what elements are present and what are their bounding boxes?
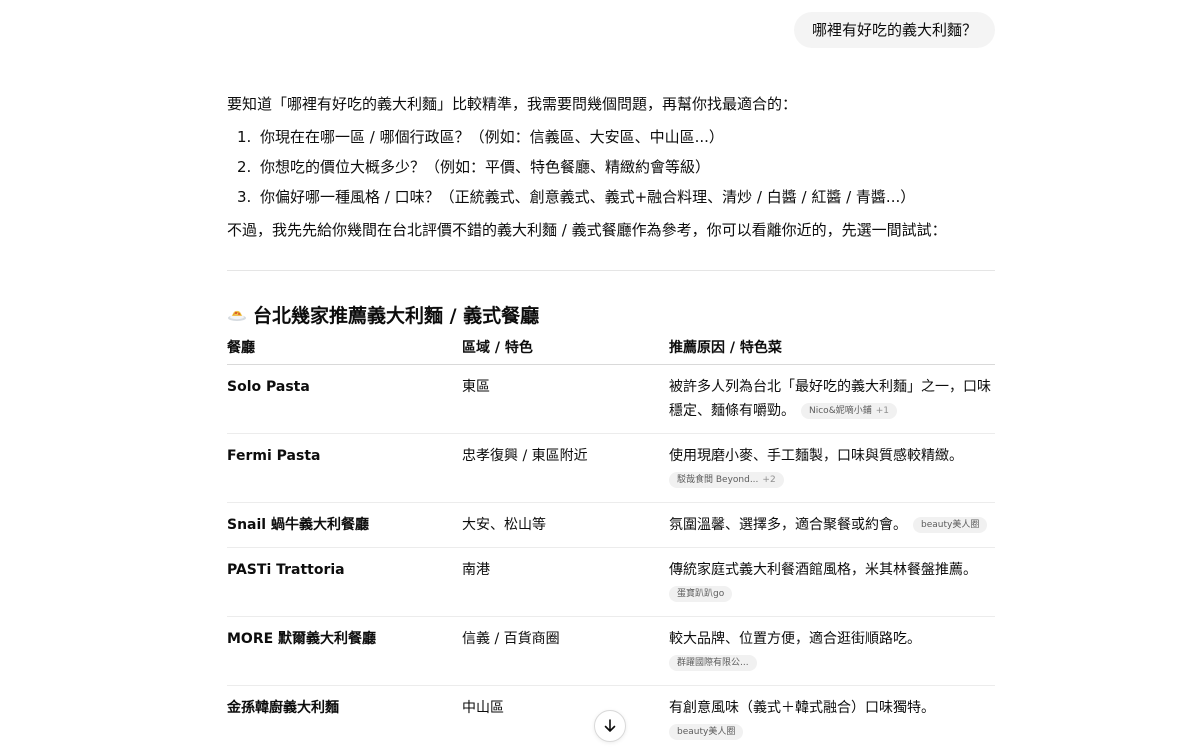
restaurant-reason: 有創意風味（義式＋韓式融合）口味獨特。 (669, 700, 935, 716)
citation-more: +1 (875, 406, 889, 416)
restaurant-area: 忠孝復興 / 東區附近 (462, 448, 588, 464)
header-reason: 推薦原因 / 特色菜 (669, 340, 782, 356)
restaurant-area: 中山區 (462, 700, 504, 716)
pasta-dish-icon (227, 304, 247, 324)
citation-source: 蛋寶趴趴go (677, 589, 725, 599)
restaurant-reason-cell: 被許多人列為台北「最好吃的義大利麵」之一，口味穩定、麵條有嚼勁。 Nico&妮嘀小… (669, 365, 995, 433)
restaurant-reason: 傳統家庭式義大利餐酒館風格，米其林餐盤推薦。 (669, 562, 977, 578)
citation-source: beauty美人圈 (921, 520, 980, 530)
header-restaurant: 餐廳 (227, 340, 255, 356)
scroll-to-bottom-button[interactable] (594, 710, 626, 742)
answer-intro: 要知道「哪裡有好吃的義大利麵」比較精準，我需要問幾個問題，再幫你找最適合的： (227, 95, 798, 113)
question-list: 1. 你現在在哪一區 / 哪個行政區？（例如：信義區、大安區、中山區...） 2… (227, 122, 995, 212)
restaurant-reason-cell: 使用現磨小麥、手工麵製，口味與質感較精緻。 駁哉食間 Beyond... +2 (669, 434, 995, 502)
restaurant-name: MORE 默爾義大利餐廳 (227, 631, 377, 647)
section-title: 台北幾家推薦義大利麵 / 義式餐廳 (253, 304, 540, 327)
citation-more: +2 (762, 475, 776, 485)
question-text: 你想吃的價位大概多少？（例如：平價、特色餐廳、精緻約會等級） (260, 158, 711, 176)
restaurant-reason-cell: 傳統家庭式義大利餐酒館風格，米其林餐盤推薦。 蛋寶趴趴go (669, 548, 995, 616)
citation-chip[interactable]: beauty美人圈 (669, 724, 744, 740)
answer-outro: 不過，我先先給你幾間在台北評價不錯的義大利麵 / 義式餐廳作為參考，你可以看離你… (227, 221, 947, 239)
table-row: Solo Pasta 東區 被許多人列為台北「最好吃的義大利麵」之一，口味穩定、… (227, 365, 995, 434)
restaurant-name: Fermi Pasta (227, 448, 321, 464)
citation-source: 駁哉食間 Beyond... (677, 475, 759, 485)
user-message-row: 哪裡有好吃的義大利麵？ (0, 12, 995, 48)
restaurant-reason-cell: 有創意風味（義式＋韓式融合）口味獨特。 beauty美人圈 (669, 686, 995, 749)
restaurant-area: 南港 (462, 562, 490, 578)
question-number: 1. (237, 128, 252, 146)
header-area: 區域 / 特色 (462, 340, 533, 356)
citation-chip[interactable]: 駁哉食間 Beyond... +2 (669, 472, 784, 488)
section-heading: 台北幾家推薦義大利麵 / 義式餐廳 (227, 300, 539, 328)
restaurant-name: Snail 蝸牛義大利餐廳 (227, 517, 369, 533)
table-header: 餐廳 區域 / 特色 推薦原因 / 特色菜 (227, 334, 995, 365)
restaurant-name: PASTi Trattoria (227, 562, 345, 578)
restaurant-reason: 較大品牌、位置方便，適合逛街順路吃。 (669, 631, 921, 647)
question-text: 你偏好哪一種風格 / 口味？（正統義式、創意義式、義式+融合料理、清炒 / 白醬… (260, 188, 916, 206)
restaurant-name: 金孫韓廚義大利麵 (227, 700, 339, 716)
section-divider (227, 270, 995, 271)
assistant-answer: 要知道「哪裡有好吃的義大利麵」比較精準，我需要問幾個問題，再幫你找最適合的： 1… (227, 92, 995, 242)
citation-source: Nico&妮嘀小鋪 (809, 406, 872, 416)
citation-chip[interactable]: beauty美人圈 (913, 517, 988, 533)
citation-source: 群躍國際有限公... (677, 658, 749, 668)
restaurant-area: 大安、松山等 (462, 517, 546, 533)
question-item: 1. 你現在在哪一區 / 哪個行政區？（例如：信義區、大安區、中山區...） (227, 122, 995, 152)
chat-page: 哪裡有好吃的義大利麵？ 要知道「哪裡有好吃的義大利麵」比較精準，我需要問幾個問題… (0, 0, 1200, 749)
table-row: PASTi Trattoria 南港 傳統家庭式義大利餐酒館風格，米其林餐盤推薦… (227, 548, 995, 617)
restaurant-reason: 使用現磨小麥、手工麵製，口味與質感較精緻。 (669, 448, 963, 464)
question-number: 3. (237, 188, 252, 206)
restaurant-table: 餐廳 區域 / 特色 推薦原因 / 特色菜 Solo Pasta 東區 被許多人… (227, 334, 995, 749)
table-row: MORE 默爾義大利餐廳 信義 / 百貨商圈 較大品牌、位置方便，適合逛街順路吃… (227, 617, 995, 686)
arrow-down-icon (604, 719, 616, 732)
restaurant-area: 東區 (462, 379, 490, 395)
user-message-bubble: 哪裡有好吃的義大利麵？ (793, 12, 995, 48)
restaurant-reason-cell: 較大品牌、位置方便，適合逛街順路吃。 群躍國際有限公... (669, 617, 995, 685)
restaurant-name: Solo Pasta (227, 379, 310, 395)
table-row: Fermi Pasta 忠孝復興 / 東區附近 使用現磨小麥、手工麵製，口味與質… (227, 434, 995, 503)
question-item: 3. 你偏好哪一種風格 / 口味？（正統義式、創意義式、義式+融合料理、清炒 /… (227, 182, 995, 212)
restaurant-reason-cell: 氛圍溫馨、選擇多，適合聚餐或約會。 beauty美人圈 (669, 503, 995, 547)
question-text: 你現在在哪一區 / 哪個行政區？（例如：信義區、大安區、中山區...） (260, 128, 724, 146)
question-item: 2. 你想吃的價位大概多少？（例如：平價、特色餐廳、精緻約會等級） (227, 152, 995, 182)
citation-chip[interactable]: 群躍國際有限公... (669, 655, 757, 671)
question-number: 2. (237, 158, 252, 176)
restaurant-area: 信義 / 百貨商圈 (462, 631, 560, 647)
citation-chip[interactable]: 蛋寶趴趴go (669, 586, 733, 602)
citation-source: beauty美人圈 (677, 727, 736, 737)
restaurant-reason: 氛圍溫馨、選擇多，適合聚餐或約會。 (669, 517, 907, 533)
citation-chip[interactable]: Nico&妮嘀小鋪 +1 (801, 403, 897, 419)
table-row: Snail 蝸牛義大利餐廳 大安、松山等 氛圍溫馨、選擇多，適合聚餐或約會。 be… (227, 503, 995, 548)
